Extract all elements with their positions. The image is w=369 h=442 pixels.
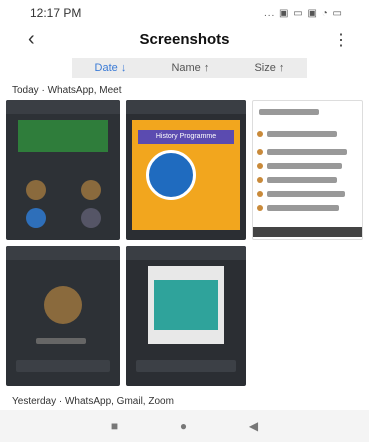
section-label-today: Today · WhatsApp, Meet — [12, 85, 122, 96]
thumb-bottom-bar — [253, 227, 362, 237]
sort-bar: Date ↓ Name ↑ Size ↑ — [72, 58, 307, 78]
back-triangle-icon[interactable]: ◀ — [249, 419, 258, 433]
thumb-avatar — [44, 286, 82, 324]
app-bar: ‹ Screenshots ⋮ — [0, 26, 369, 56]
thumb-banner-image — [18, 120, 108, 152]
thumb-controls — [136, 360, 236, 372]
thumb-top-bar — [6, 100, 120, 114]
sort-name-button[interactable]: Name ↑ — [171, 62, 209, 74]
screenshot-thumbnail[interactable] — [126, 246, 246, 386]
thumb-list-row — [267, 163, 342, 169]
home-circle-icon[interactable]: ● — [180, 419, 187, 433]
sort-date-button[interactable]: Date ↓ — [95, 62, 127, 74]
status-icons: ... ▣ ▭ ▣ ◔ ▭ — [263, 7, 343, 19]
thumb-list-row — [267, 131, 337, 137]
thumb-avatar — [81, 208, 101, 228]
thumb-list-dot — [257, 177, 263, 183]
thumb-list-dot — [257, 191, 263, 197]
thumb-list-dot — [257, 131, 263, 137]
thumb-list-row — [267, 191, 345, 197]
sort-size-button[interactable]: Size ↑ — [254, 62, 284, 74]
recents-square-icon[interactable]: ■ — [111, 419, 118, 433]
status-time: 12:17 PM — [30, 6, 82, 20]
thumb-list-row — [267, 177, 337, 183]
thumb-list-dot — [257, 205, 263, 211]
thumb-poster: History Programme — [132, 120, 240, 230]
page-title: Screenshots — [139, 31, 230, 48]
globe-icon — [146, 150, 196, 200]
section-label-yesterday: Yesterday · WhatsApp, Gmail, Zoom — [12, 396, 174, 407]
thumb-shared-image — [154, 280, 218, 330]
screenshot-thumbnail[interactable] — [252, 100, 363, 240]
thumb-avatar — [81, 180, 101, 200]
thumb-avatar — [26, 208, 46, 228]
screenshot-thumbnail[interactable] — [6, 100, 120, 240]
thumb-top-bar — [126, 100, 246, 114]
thumb-controls — [16, 360, 110, 372]
thumb-top-bar — [126, 246, 246, 260]
thumb-shared-screen — [148, 266, 224, 344]
screenshot-thumbnail[interactable] — [6, 246, 120, 386]
thumb-top-bar — [6, 246, 120, 260]
thumb-list-dot — [257, 149, 263, 155]
thumb-list-row — [259, 109, 319, 115]
thumb-avatar — [26, 180, 46, 200]
thumb-list-dot — [257, 163, 263, 169]
more-vert-icon[interactable]: ⋮ — [333, 30, 349, 50]
thumb-list-row — [267, 149, 347, 155]
thumb-caption — [36, 338, 86, 344]
status-bar: 12:17 PM ... ▣ ▭ ▣ ◔ ▭ — [0, 0, 369, 26]
screenshot-thumbnail[interactable]: History Programme — [126, 100, 246, 240]
thumb-list-row — [267, 205, 339, 211]
system-nav-bar: ■ ● ◀ — [0, 410, 369, 442]
poster-title: History Programme — [138, 130, 234, 144]
